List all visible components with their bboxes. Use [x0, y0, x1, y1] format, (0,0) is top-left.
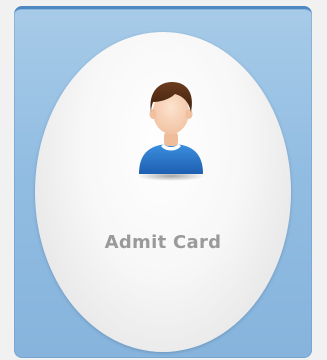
tile-oval-panel: Admit Card: [35, 32, 291, 352]
user-avatar-icon: [137, 82, 205, 181]
admit-card-tile[interactable]: Admit Card: [14, 6, 312, 358]
tile-label: Admit Card: [104, 232, 222, 253]
